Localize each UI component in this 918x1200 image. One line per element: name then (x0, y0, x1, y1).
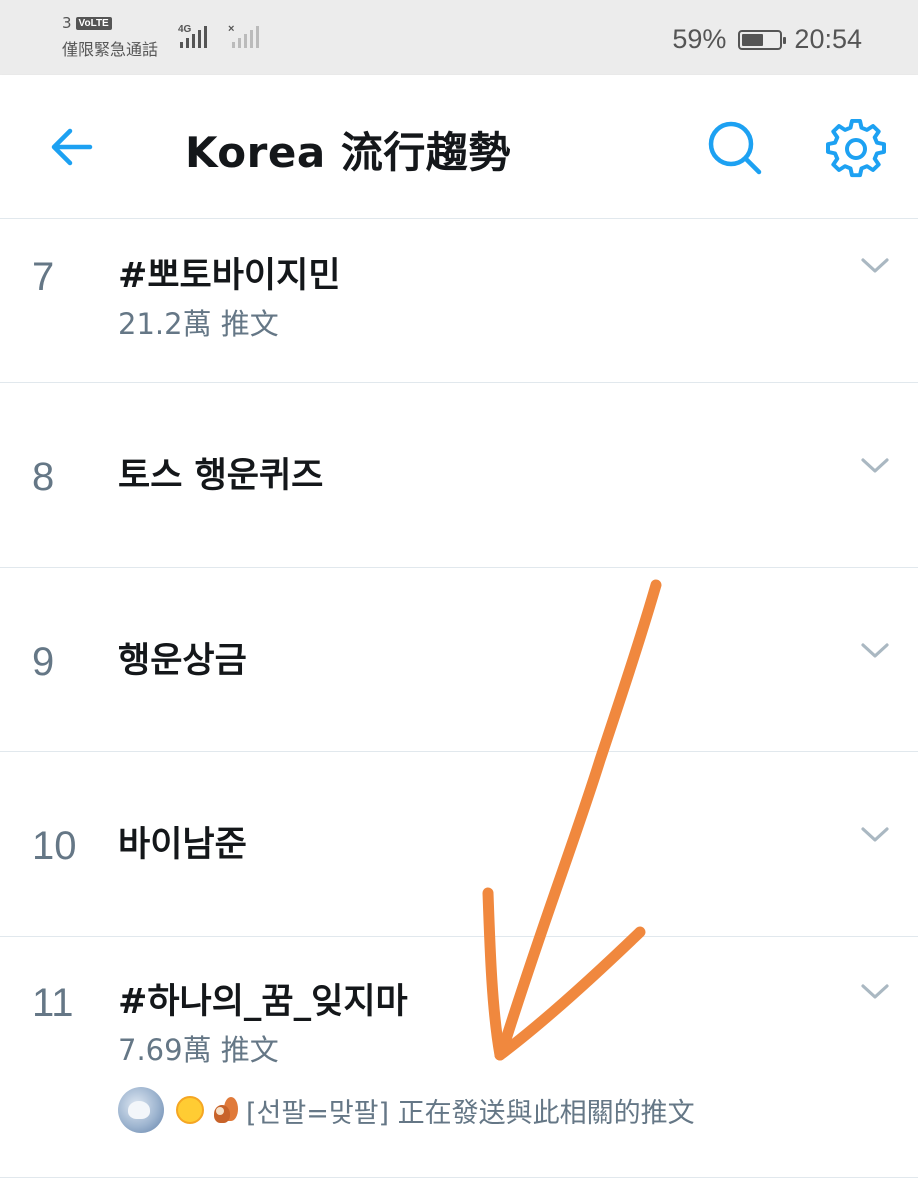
trend-context-text: [선팔=맞팔] 正在發送與此相關的推文 (246, 1097, 695, 1129)
clock: 20:54 (794, 24, 862, 54)
battery-icon (738, 29, 787, 50)
svg-text:×: × (228, 23, 234, 35)
trend-name: 바이남준 (118, 825, 247, 865)
chevron-down-icon[interactable] (860, 641, 890, 661)
sun-emoji-icon (176, 1096, 204, 1124)
trend-tweet-count: 7.69萬 推文 (118, 1033, 279, 1067)
trend-item[interactable]: 10 바이남준 (0, 752, 918, 937)
trend-name: #하나의_꿈_잊지마 (118, 982, 408, 1022)
sim-number: 3 (62, 14, 72, 32)
battery-percent: 59% (672, 24, 727, 54)
carrier-info: 3 VoLTE 僅限緊急通話 (62, 14, 158, 60)
network-type-label: 4G (178, 24, 192, 35)
status-bar: 3 VoLTE 僅限緊急通話 4G × 59% 20:54 (0, 0, 918, 75)
trend-item[interactable]: 9 행운상금 (0, 568, 918, 752)
trend-item[interactable]: 7 #뽀토바이지민 21.2萬 推文 (0, 219, 918, 383)
trend-rank: 10 (32, 824, 77, 868)
page-title: Korea 流行趨勢 (185, 128, 511, 177)
chevron-down-icon[interactable] (860, 982, 890, 1002)
status-right: 59% 20:54 (672, 24, 862, 55)
trend-name: 행운상금 (118, 641, 247, 681)
gear-icon (826, 118, 886, 178)
avatar (118, 1087, 164, 1133)
back-button[interactable] (48, 125, 96, 169)
search-button[interactable] (706, 119, 764, 177)
trend-item[interactable]: 8 토스 행운퀴즈 (0, 383, 918, 568)
chevron-down-icon[interactable] (860, 825, 890, 845)
signal-icon: 4G × (178, 22, 262, 56)
arrow-left-icon (51, 128, 93, 166)
settings-button[interactable] (826, 118, 886, 179)
chevron-down-icon[interactable] (860, 456, 890, 476)
trend-rank: 9 (32, 640, 55, 684)
battery-fill (742, 33, 764, 46)
volte-badge: VoLTE (75, 16, 112, 30)
search-icon (708, 121, 762, 175)
trend-rank: 8 (32, 455, 55, 499)
squirrel-emoji-icon (210, 1095, 240, 1125)
trend-item[interactable]: 11 #하나의_꿈_잊지마 7.69萬 推文 [선팔=맞팔] 正在發送與此相關的… (0, 937, 918, 1178)
trend-name: #뽀토바이지민 (118, 256, 341, 296)
trend-name: 토스 행운퀴즈 (118, 456, 324, 496)
sim-indicator: 3 VoLTE (62, 14, 158, 32)
chevron-down-icon[interactable] (860, 256, 890, 276)
trend-context[interactable]: [선팔=맞팔] 正在發送與此相關的推文 (118, 1087, 695, 1133)
top-app-bar: Korea 流行趨勢 (0, 75, 918, 219)
emergency-calls-text: 僅限緊急通話 (62, 40, 159, 59)
trend-tweet-count: 21.2萬 推文 (118, 307, 279, 341)
trend-rank: 11 (32, 981, 74, 1025)
trend-rank: 7 (32, 255, 55, 299)
